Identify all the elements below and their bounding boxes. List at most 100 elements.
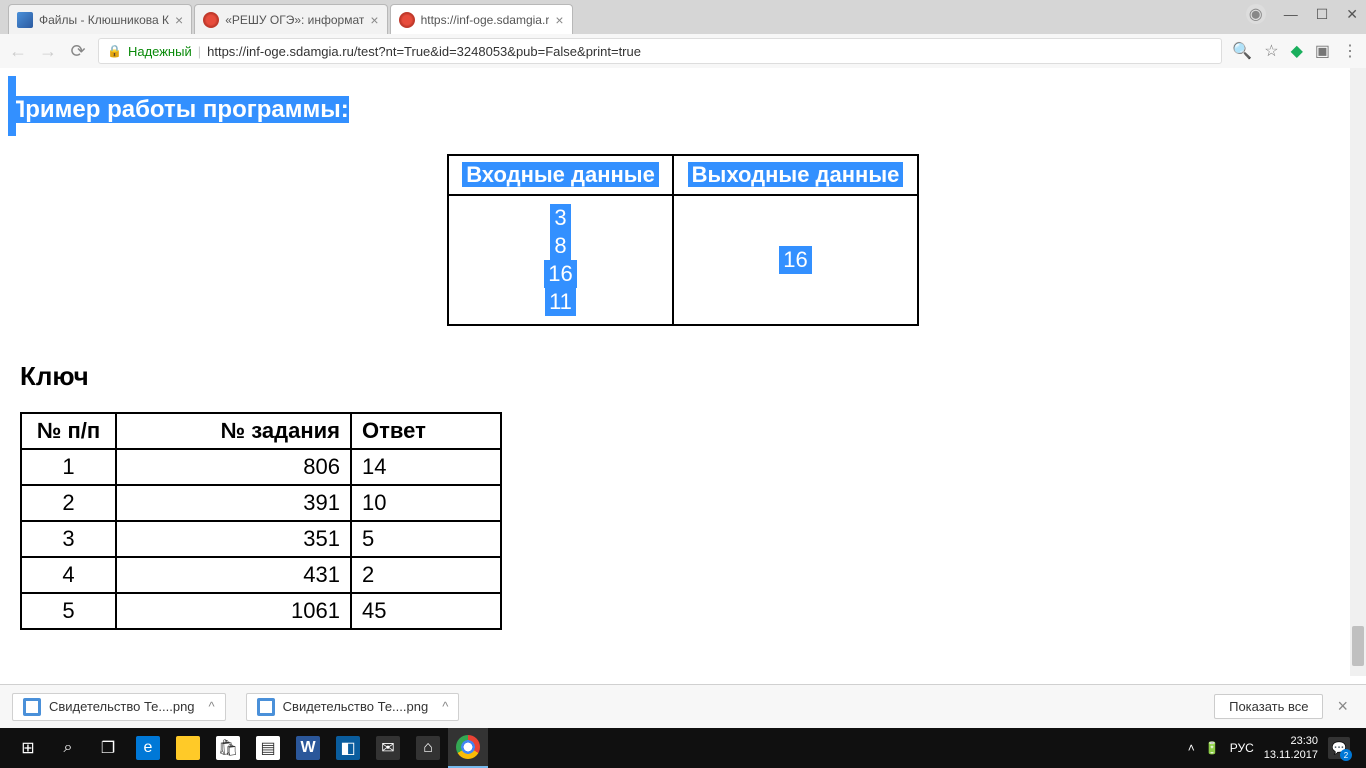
cell-task: 806	[116, 449, 351, 485]
tab-close-icon[interactable]: ×	[175, 12, 183, 28]
taskbar: ⊞ ⌕ ❐ e 🛍 ▤ W ◧ ✉ ⌂ ˄ 🔋 РУС 23:30 13.11.…	[0, 728, 1366, 768]
favicon-icon	[17, 12, 33, 28]
browser-chrome: ◉ — ☐ ✕ Файлы - Клюшникова К × «РЕШУ ОГЭ…	[0, 0, 1366, 68]
chevron-up-icon[interactable]: ^	[442, 699, 448, 714]
scrollbar-thumb[interactable]	[1352, 626, 1364, 666]
window-controls: ◉ — ☐ ✕	[1246, 4, 1358, 24]
tab-2[interactable]: https://inf-oge.sdamgia.r ×	[390, 4, 573, 34]
col-header-answer: Ответ	[351, 413, 501, 449]
table-row: 4 431 2	[21, 557, 501, 593]
col-header-num: № п/п	[21, 413, 116, 449]
key-heading: Ключ	[20, 361, 1366, 392]
col-header-task: № задания	[116, 413, 351, 449]
back-button[interactable]: ←	[8, 41, 28, 62]
reload-button[interactable]: ⟳	[68, 41, 88, 62]
download-filename: Свидетельство Те....png	[283, 699, 429, 714]
table-row: 3 351 5	[21, 521, 501, 557]
cell-task: 1061	[116, 593, 351, 629]
cell-num: 3	[21, 521, 116, 557]
tray-battery-icon[interactable]: 🔋	[1205, 741, 1220, 755]
taskbar-chrome[interactable]	[448, 728, 488, 768]
cell-num: 4	[21, 557, 116, 593]
address-row: ← → ⟳ 🔒 Надежный | https://inf-oge.sdamg…	[0, 34, 1366, 68]
bookmark-star-icon[interactable]: ☆	[1264, 41, 1278, 61]
table-row: 5 1061 45	[21, 593, 501, 629]
user-profile-icon[interactable]: ◉	[1246, 4, 1266, 24]
taskbar-edge[interactable]: e	[128, 728, 168, 768]
output-value: 16	[779, 246, 811, 274]
cell-task: 431	[116, 557, 351, 593]
page-content: Пример работы программы: Входные данные …	[0, 68, 1366, 676]
example-table: Входные данные Выходные данные 3 8 16 11…	[447, 154, 919, 326]
task-view-button[interactable]: ❐	[88, 728, 128, 768]
example-heading: Пример работы программы:	[8, 96, 349, 124]
taskbar-store[interactable]: 🛍	[208, 728, 248, 768]
table-row: 1 806 14	[21, 449, 501, 485]
notifications-button[interactable]: 💬2	[1328, 737, 1350, 759]
url-text: https://inf-oge.sdamgia.ru/test?nt=True&…	[207, 44, 641, 59]
start-button[interactable]: ⊞	[8, 728, 48, 768]
menu-icon[interactable]: ⋮	[1342, 41, 1358, 61]
example-output-cell: 16	[673, 195, 918, 325]
tray-language[interactable]: РУС	[1230, 741, 1254, 755]
taskbar-app[interactable]: ▤	[248, 728, 288, 768]
input-value: 3	[550, 204, 570, 232]
taskbar-explorer[interactable]	[168, 728, 208, 768]
extension-icon-2[interactable]: ▣	[1315, 41, 1330, 61]
taskbar-mail[interactable]: ✉	[368, 728, 408, 768]
scrollbar-track[interactable]	[1350, 68, 1366, 676]
tray-time: 23:30	[1264, 734, 1318, 748]
maximize-button[interactable]: ☐	[1316, 6, 1329, 23]
tab-title: Файлы - Клюшникова К	[39, 13, 169, 27]
tray-date: 13.11.2017	[1264, 748, 1318, 762]
table-row: 2 391 10	[21, 485, 501, 521]
tray-clock[interactable]: 23:30 13.11.2017	[1264, 734, 1318, 762]
taskbar-app2[interactable]: ◧	[328, 728, 368, 768]
search-button[interactable]: ⌕	[48, 728, 88, 768]
cell-num: 1	[21, 449, 116, 485]
answer-table: № п/п № задания Ответ 1 806 14 2 391 10 …	[20, 412, 502, 630]
tray-chevron-icon[interactable]: ˄	[1188, 741, 1195, 755]
cell-num: 2	[21, 485, 116, 521]
taskbar-word[interactable]: W	[288, 728, 328, 768]
cell-answer: 10	[351, 485, 501, 521]
cell-answer: 45	[351, 593, 501, 629]
cell-answer: 5	[351, 521, 501, 557]
cell-task: 391	[116, 485, 351, 521]
tab-close-icon[interactable]: ×	[555, 12, 563, 28]
show-all-downloads-button[interactable]: Показать все	[1214, 694, 1323, 719]
file-icon	[257, 698, 275, 716]
favicon-icon	[399, 12, 415, 28]
input-value: 16	[544, 260, 576, 288]
input-value: 8	[550, 232, 570, 260]
secure-label: Надежный	[128, 44, 192, 59]
cell-answer: 14	[351, 449, 501, 485]
zoom-icon[interactable]: 🔍	[1232, 41, 1252, 61]
lock-icon: 🔒	[107, 44, 122, 58]
input-value: 11	[545, 288, 576, 316]
download-item[interactable]: Свидетельство Те....png ^	[12, 693, 226, 721]
favicon-icon	[203, 12, 219, 28]
system-tray: ˄ 🔋 РУС 23:30 13.11.2017 💬2	[1188, 734, 1358, 762]
download-filename: Свидетельство Те....png	[49, 699, 195, 714]
extension-icon[interactable]: ◆	[1291, 41, 1303, 61]
example-input-cell: 3 8 16 11	[448, 195, 673, 325]
download-item[interactable]: Свидетельство Те....png ^	[246, 693, 460, 721]
minimize-button[interactable]: —	[1284, 6, 1298, 22]
cell-num: 5	[21, 593, 116, 629]
address-icons: 🔍 ☆ ◆ ▣ ⋮	[1232, 41, 1358, 61]
forward-button[interactable]: →	[38, 41, 58, 62]
tab-title: https://inf-oge.sdamgia.r	[421, 13, 550, 27]
chevron-up-icon[interactable]: ^	[209, 699, 215, 714]
close-window-button[interactable]: ✕	[1346, 6, 1358, 23]
tab-close-icon[interactable]: ×	[370, 12, 378, 28]
notif-badge: 2	[1340, 749, 1352, 761]
downloads-bar: Свидетельство Те....png ^ Свидетельство …	[0, 684, 1366, 728]
close-downloads-bar-button[interactable]: ×	[1331, 696, 1354, 717]
example-header-input: Входные данные	[448, 155, 673, 195]
tab-1[interactable]: «РЕШУ ОГЭ»: информат ×	[194, 4, 387, 34]
taskbar-home[interactable]: ⌂	[408, 728, 448, 768]
separator: |	[198, 44, 201, 59]
tab-0[interactable]: Файлы - Клюшникова К ×	[8, 4, 192, 34]
url-bar[interactable]: 🔒 Надежный | https://inf-oge.sdamgia.ru/…	[98, 38, 1222, 64]
